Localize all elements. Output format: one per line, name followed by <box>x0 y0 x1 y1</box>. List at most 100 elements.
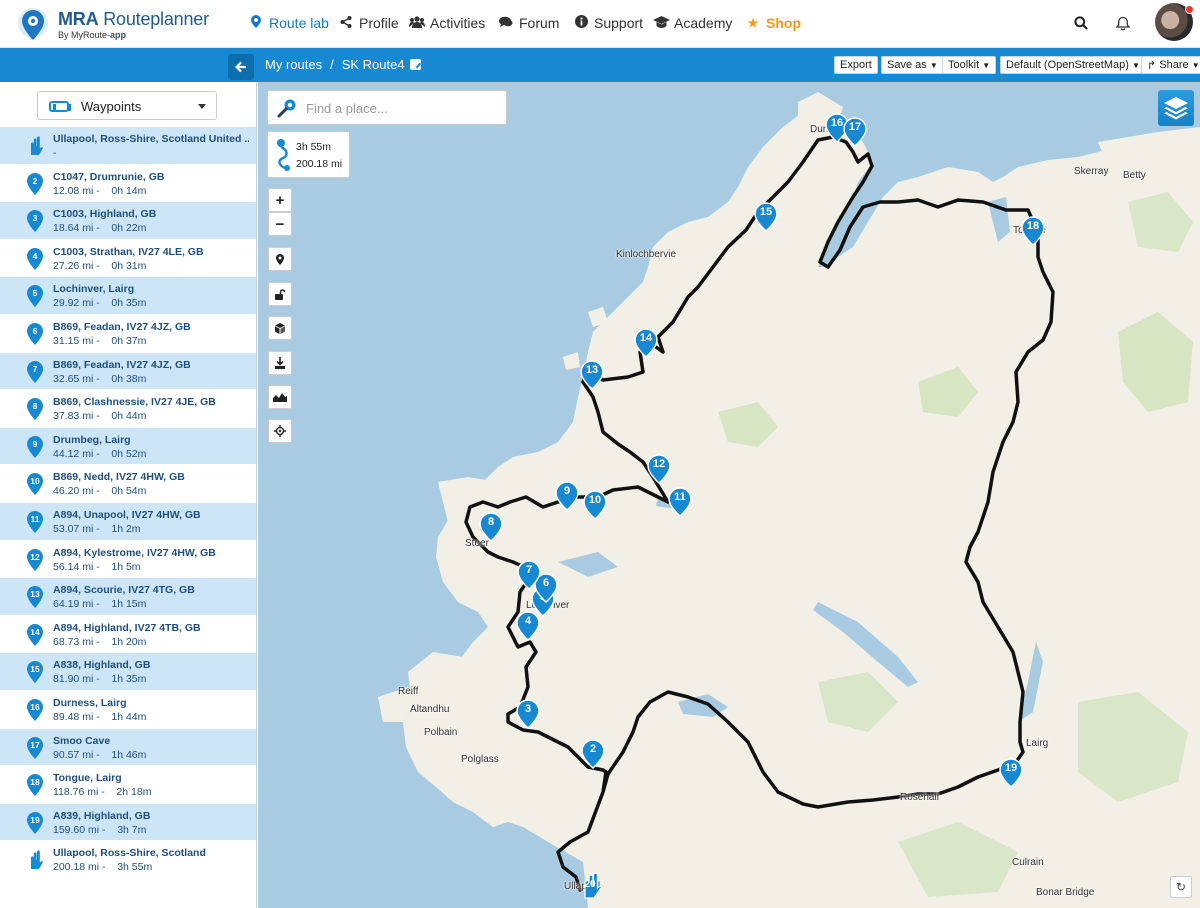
waypoint-title: Ullapool, Ross-Shire, Scotland <box>53 847 206 860</box>
waypoint-row[interactable]: 8 B869, Clashnessie, IV27 4JE, GB 37.83 mi… <box>0 390 256 428</box>
waypoint-row[interactable]: 4 C1003, Strathan, IV27 4LE, GB 27.26 mi -… <box>0 240 256 278</box>
arrow-left-icon <box>235 61 246 73</box>
place-label: Polbain <box>424 727 458 738</box>
waypoint-row[interactable]: 2 C1047, Drumrunie, GB 12.08 mi - 0h 14m <box>0 165 256 203</box>
waypoint-number: 12 <box>30 551 40 562</box>
waypoint-title: B869, Nedd, IV27 4HW, GB <box>53 471 185 484</box>
map-canvas[interactable] <box>258 82 1200 908</box>
waypoint-row[interactable]: 14 A894, Highland, IV27 4TB, GB 68.73 mi -… <box>0 616 256 654</box>
breadcrumb-my-routes[interactable]: My routes <box>265 57 322 72</box>
waypoint-marker[interactable]: 2 <box>581 739 605 769</box>
save-as-button[interactable]: Save as ▼ <box>881 56 944 74</box>
search-icon[interactable] <box>1070 12 1092 34</box>
waypoint-marker[interactable]: 14 <box>634 328 658 358</box>
map-layers-button[interactable] <box>1158 90 1194 126</box>
waypoint-title: A894, Scourie, IV27 4TG, GB <box>53 584 195 597</box>
waypoint-row[interactable]: 7 B869, Feadan, IV27 4JZ, GB 32.65 mi - 0h… <box>0 352 256 391</box>
waypoint-marker[interactable]: 17 <box>843 117 867 147</box>
waypoint-distance-time: 56.14 mi - 1h 5m <box>53 560 141 573</box>
waypoint-title: Ullapool, Ross-Shire, Scotland United ..… <box>53 133 249 145</box>
waypoint-marker[interactable]: 19 <box>999 758 1023 788</box>
route-map[interactable]: Kinlochbervie Durness Skerray Betty Tong… <box>258 82 1200 908</box>
waypoint-marker[interactable]: 15 <box>754 202 778 232</box>
waypoint-marker[interactable]: 20 <box>578 870 602 900</box>
waypoint-row[interactable]: 18 Tongue, Lairg 118.76 mi - 2h 18m <box>0 766 256 804</box>
zoom-out-button[interactable]: − <box>268 212 292 236</box>
waypoint-row[interactable]: 5 Lochinver, Lairg 29.92 mi - 0h 35m <box>0 277 256 315</box>
toolkit-button[interactable]: Toolkit ▼ <box>942 56 997 74</box>
map-marker-icon <box>276 253 284 265</box>
search-input[interactable] <box>306 98 496 118</box>
waypoint-marker[interactable]: 11 <box>668 487 692 517</box>
download-button[interactable] <box>268 351 292 375</box>
map-style-button[interactable]: Default (OpenStreetMap) ▼ <box>1000 56 1146 74</box>
nav-route-lab[interactable]: Route lab <box>248 0 329 46</box>
waypoint-distance-time: - <box>53 147 57 159</box>
waypoint-number: 14 <box>30 626 40 637</box>
export-button[interactable]: Export <box>834 56 878 74</box>
waypoint-title: Drumbeg, Lairg <box>53 433 131 446</box>
waypoint-row[interactable]: 17 Smoo Cave 90.57 mi - 1h 46m <box>0 728 256 767</box>
waypoint-title: A838, Highland, GB <box>53 659 151 672</box>
collapse-sidebar-button[interactable] <box>228 54 254 80</box>
breadcrumb: My routes / SK Route4 <box>265 57 421 72</box>
place-label: Lairg <box>1026 738 1049 749</box>
nav-label: Forum <box>519 15 560 31</box>
avatar[interactable] <box>1155 3 1194 41</box>
waypoint-row[interactable]: 12 A894, Kylestrome, IV27 4HW, GB 56.14 mi… <box>0 541 256 579</box>
logo-pin-icon <box>18 8 48 40</box>
locate-button[interactable] <box>268 419 292 443</box>
add-waypoint-button[interactable] <box>268 247 292 271</box>
waypoint-row[interactable]: 3 C1003, Highland, GB 18.64 mi - 0h 22m <box>0 202 256 240</box>
waypoint-row[interactable]: 16 Durness, Lairg 89.48 mi - 1h 44m <box>0 691 256 729</box>
share-button[interactable]: ↱ Share ▼ <box>1141 56 1200 74</box>
share-icon <box>338 15 354 31</box>
waypoint-row[interactable]: 10 B869, Nedd, IV27 4HW, GB 46.20 mi - 0h … <box>0 465 256 503</box>
bell-icon[interactable] <box>1112 12 1134 34</box>
zoom-in-button[interactable]: + <box>268 188 292 212</box>
nav-forum[interactable]: Forum <box>498 0 559 46</box>
waypoint-number: 11 <box>30 513 40 524</box>
nav-profile[interactable]: Profile <box>338 0 399 46</box>
waypoint-marker[interactable]: 13 <box>580 360 604 390</box>
refresh-button[interactable]: ↻ <box>1170 876 1192 898</box>
route-stats: 3h 55m 200.18 mi <box>267 131 350 178</box>
brand-tagline: By MyRoute-app <box>58 30 127 40</box>
elevation-profile-button[interactable] <box>268 385 292 409</box>
app-logo[interactable]: MRA Routeplanner By MyRoute-app <box>14 6 214 44</box>
waypoint-title: A894, Unapool, IV27 4HW, GB <box>53 508 201 521</box>
unlock-button[interactable] <box>268 282 292 306</box>
waypoint-marker[interactable]: 10 <box>583 490 607 520</box>
waypoint-row[interactable]: 15 A838, Highland, GB 81.90 mi - 1h 35m <box>0 653 256 691</box>
map-pin-icon <box>248 15 264 31</box>
waypoint-row[interactable]: 20 Ullapool, Ross-Shire, Scotland 200.18 m… <box>0 841 256 879</box>
waypoints-view-select[interactable]: Waypoints <box>37 91 217 120</box>
waypoint-row[interactable]: 11 A894, Unapool, IV27 4HW, GB 53.07 mi - … <box>0 502 256 541</box>
edit-icon[interactable] <box>409 59 421 70</box>
waypoint-row[interactable]: 19 A839, Highland, GB 159.60 mi - 3h 7m <box>0 803 256 842</box>
nav-activities[interactable]: Activities <box>409 0 485 46</box>
waypoint-marker[interactable]: 7 <box>517 560 541 590</box>
nav-support[interactable]: Support <box>573 0 643 46</box>
waypoint-distance-time: 64.19 mi - 1h 15m <box>53 598 147 611</box>
waypoint-marker[interactable]: 8 <box>479 512 503 542</box>
waypoint-number: 4 <box>32 250 38 261</box>
waypoint-row[interactable]: 6 B869, Feadan, IV27 4JZ, GB 31.15 mi - 0h… <box>0 315 256 353</box>
waypoint-marker[interactable]: 18 <box>1021 216 1045 246</box>
waypoint-distance-time: 29.92 mi - 0h 35m <box>53 297 147 310</box>
waypoint-title: B869, Feadan, IV27 4JZ, GB <box>53 320 191 333</box>
nav-shop[interactable]: ★ Shop <box>745 0 801 46</box>
waypoint-marker[interactable]: 12 <box>647 454 671 484</box>
3d-view-button[interactable] <box>268 316 292 340</box>
waypoint-marker[interactable]: 3 <box>516 699 540 729</box>
waypoint-distance-time: 32.65 mi - 0h 38m <box>53 372 147 385</box>
waypoint-row[interactable]: 1Ullapool, Ross-Shire, Scotland United .… <box>0 127 256 165</box>
nav-academy[interactable]: Academy <box>653 0 732 46</box>
waypoint-sidebar: Waypoints 1Ullapool, Ross-Shire, Scotlan… <box>0 82 257 908</box>
waypoint-row[interactable]: 9 Drumbeg, Lairg 44.12 mi - 0h 52m <box>0 427 256 466</box>
nav-label: Activities <box>430 15 486 31</box>
waypoint-marker-label: 7 <box>525 564 533 576</box>
waypoint-row[interactable]: 13 A894, Scourie, IV27 4TG, GB 64.19 mi - … <box>0 578 256 616</box>
layers-icon <box>1164 97 1188 120</box>
waypoint-marker[interactable]: 9 <box>555 481 579 511</box>
